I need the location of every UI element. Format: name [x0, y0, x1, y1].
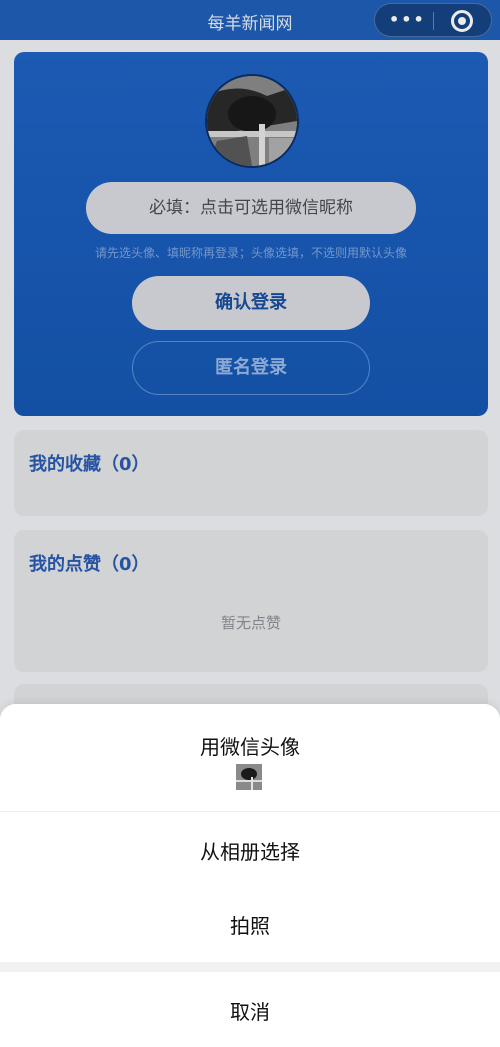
use-wechat-avatar-label: 用微信头像	[200, 735, 300, 759]
wechat-avatar-thumbnail	[236, 764, 262, 790]
avatar-action-sheet: 用微信头像 从相册选择 拍照 取消	[0, 704, 500, 1047]
choose-from-album-option[interactable]: 从相册选择	[0, 812, 500, 892]
take-photo-option[interactable]: 拍照	[0, 890, 500, 962]
sheet-divider	[0, 962, 500, 972]
cancel-button[interactable]: 取消	[0, 972, 500, 1047]
use-wechat-avatar-option[interactable]: 用微信头像	[0, 704, 500, 812]
